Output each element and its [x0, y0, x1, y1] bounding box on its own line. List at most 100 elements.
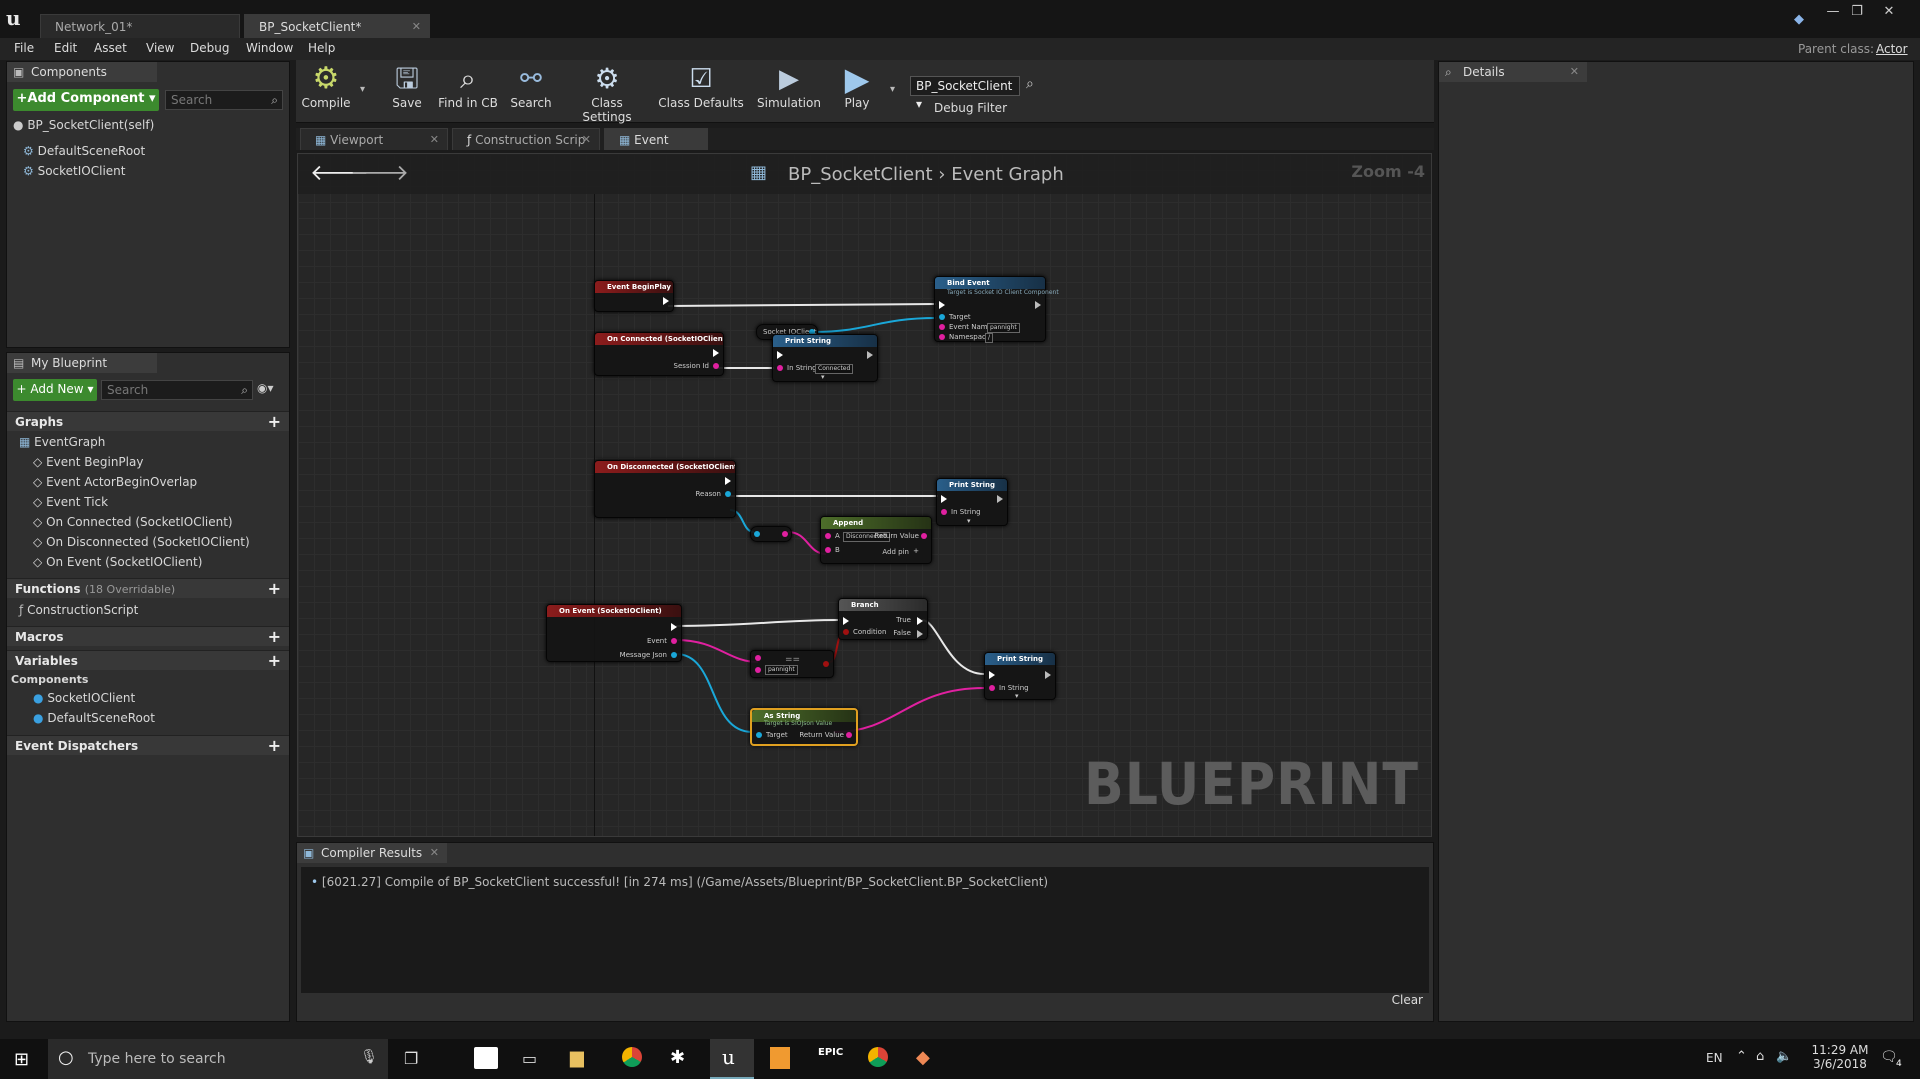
maximize-icon[interactable]: ❐: [1846, 4, 1868, 20]
add-component-button[interactable]: +Add Component ▾: [13, 89, 159, 111]
microphone-icon[interactable]: 🎙: [360, 1049, 378, 1065]
compare-b-pin[interactable]: [755, 667, 761, 673]
close-icon[interactable]: ✕: [430, 129, 439, 151]
compiler-results-tab[interactable]: ▣ Compiler Results ✕: [297, 843, 447, 863]
class-settings-button[interactable]: ⚙ Class Settings: [566, 62, 648, 124]
component-item[interactable]: ⚙ DefaultSceneRoot: [23, 143, 145, 159]
exec-out-pin[interactable]: [1035, 301, 1041, 309]
exec-out-pin[interactable]: [997, 495, 1003, 503]
add-graph-icon[interactable]: +: [268, 412, 281, 432]
compare-a-pin[interactable]: [755, 655, 761, 661]
play-button[interactable]: ▶ Play: [830, 62, 884, 118]
menu-asset[interactable]: Asset: [94, 41, 127, 55]
sublime-icon[interactable]: [770, 1047, 790, 1069]
node-on-disconnected[interactable]: On Disconnected (SocketIOClient) Reason: [594, 460, 736, 518]
save-button[interactable]: 🖫 Save: [384, 62, 430, 118]
close-icon[interactable]: ✕: [1570, 62, 1579, 82]
add-event-dispatcher-icon[interactable]: +: [268, 736, 281, 756]
false-exec-pin[interactable]: [917, 630, 923, 638]
menu-edit[interactable]: Edit: [54, 41, 77, 55]
event-graph-canvas[interactable]: 🡐 🡒 ▦ BP_SocketClient › Event Graph Zoom…: [297, 153, 1432, 837]
in-string-pin[interactable]: [989, 685, 995, 691]
exec-out-pin[interactable]: [713, 349, 719, 357]
close-icon[interactable]: ✕: [412, 15, 421, 39]
conversion-in-pin[interactable]: [754, 531, 760, 537]
condition-pin[interactable]: [843, 629, 849, 635]
graphs-section-header[interactable]: Graphs +: [7, 411, 289, 431]
node-print-string-disconnected[interactable]: Print String In String ▾: [936, 478, 1008, 526]
event-item[interactable]: ◇ Event ActorBeginOverlap: [33, 474, 197, 490]
add-function-icon[interactable]: +: [268, 579, 281, 599]
event-dispatchers-section-header[interactable]: Event Dispatchers +: [7, 735, 289, 755]
node-on-event[interactable]: On Event (SocketIOClient) Event Message …: [546, 604, 682, 662]
in-string-pin[interactable]: [941, 509, 947, 515]
close-window-icon[interactable]: ✕: [1878, 4, 1900, 20]
language-indicator[interactable]: EN: [1706, 1051, 1723, 1065]
tab-viewport[interactable]: ▦ Viewport ✕: [300, 128, 448, 150]
namespace-input[interactable]: /: [985, 333, 994, 343]
debug-object-select[interactable]: BP_SocketClient ▾: [910, 76, 1020, 111]
document-tab-bp-socketclient[interactable]: BP_SocketClient* ✕: [244, 14, 430, 38]
node-bind-event[interactable]: Bind Event Target is Socket IO Client Co…: [934, 276, 1059, 343]
terminal-icon[interactable]: ▭: [522, 1049, 537, 1068]
event-item[interactable]: ◇ On Event (SocketIOClient): [33, 554, 202, 570]
add-pin-label[interactable]: Add pin: [882, 548, 909, 556]
slack-icon[interactable]: ✱: [670, 1047, 685, 1068]
node-print-string-connected[interactable]: Print String In String Connected ▾: [772, 334, 878, 382]
expand-chevron-icon[interactable]: ▾: [821, 373, 825, 381]
event-item[interactable]: ◇ Event Tick: [33, 494, 108, 510]
event-name-pin[interactable]: [939, 324, 945, 330]
return-value-pin[interactable]: [846, 732, 852, 738]
message-json-pin[interactable]: [671, 652, 677, 658]
compare-b-input[interactable]: pannight: [765, 665, 798, 675]
event-graph-item[interactable]: ▦ EventGraph: [19, 434, 105, 450]
task-view-icon[interactable]: ❐: [404, 1049, 418, 1068]
chrome-icon[interactable]: [868, 1047, 888, 1067]
expand-chevron-icon[interactable]: ▾: [1015, 692, 1019, 700]
exec-out-pin[interactable]: [867, 351, 873, 359]
components-search-input[interactable]: Search ⌕: [165, 90, 283, 110]
exec-out-pin[interactable]: [663, 297, 669, 305]
tab-event-graph[interactable]: ▦ Event Graph: [604, 128, 708, 169]
node-as-string[interactable]: As String Target is SIOJson Value Target…: [750, 708, 858, 746]
add-new-button[interactable]: + Add New ▾: [13, 379, 97, 401]
menu-window[interactable]: Window: [246, 41, 293, 55]
close-icon[interactable]: ✕: [582, 129, 591, 151]
details-tab[interactable]: ⌕ Details ✕: [1439, 62, 1587, 82]
exec-out-pin[interactable]: [1045, 671, 1051, 679]
target-pin[interactable]: [756, 732, 762, 738]
clock[interactable]: 11:29 AM 3/6/2018: [1808, 1043, 1872, 1071]
event-item[interactable]: ◇ On Connected (SocketIOClient): [33, 514, 233, 530]
event-item[interactable]: ◇ On Disconnected (SocketIOClient): [33, 534, 250, 550]
components-variables-group[interactable]: Components: [11, 672, 88, 688]
macros-section-header[interactable]: Macros +: [7, 626, 289, 646]
file-explorer-icon[interactable]: ▆: [570, 1047, 584, 1068]
event-item[interactable]: ◇ Event BeginPlay: [33, 454, 143, 470]
exec-in-pin[interactable]: [777, 351, 783, 359]
self-component-item[interactable]: ● BP_SocketClient(self): [13, 117, 154, 133]
app-icon[interactable]: [474, 1047, 498, 1069]
true-exec-pin[interactable]: [917, 617, 923, 625]
target-pin[interactable]: [939, 314, 945, 320]
node-equal-string[interactable]: pannight ==: [750, 650, 834, 678]
return-value-pin[interactable]: [921, 533, 927, 539]
exec-in-pin[interactable]: [941, 495, 947, 503]
tray-chevron-up-icon[interactable]: ⌃: [1736, 1049, 1747, 1064]
windows-start-icon[interactable]: ⊞: [14, 1049, 29, 1070]
node-branch[interactable]: Branch True Condition False: [838, 598, 928, 640]
document-tab-network[interactable]: Network_01*: [40, 14, 240, 38]
play-options-chevron-icon[interactable]: ▾: [890, 84, 895, 95]
close-icon[interactable]: ✕: [430, 843, 439, 863]
conversion-out-pin[interactable]: [782, 531, 788, 537]
node-print-string-event[interactable]: Print String In String ▾: [984, 652, 1056, 700]
exec-in-pin[interactable]: [939, 301, 945, 309]
append-b-pin[interactable]: [825, 547, 831, 553]
my-blueprint-search-input[interactable]: Search ⌕: [101, 380, 253, 400]
construction-script-item[interactable]: ƒ ConstructionScript: [19, 602, 138, 618]
in-string-pin[interactable]: [777, 365, 783, 371]
add-variable-icon[interactable]: +: [268, 651, 281, 671]
compile-button[interactable]: ⚙ Compile: [300, 62, 352, 118]
epic-games-icon[interactable]: EPIC: [818, 1047, 843, 1058]
my-blueprint-tab[interactable]: ▤ My Blueprint: [7, 353, 157, 373]
node-event-beginplay[interactable]: Event BeginPlay: [594, 280, 674, 312]
